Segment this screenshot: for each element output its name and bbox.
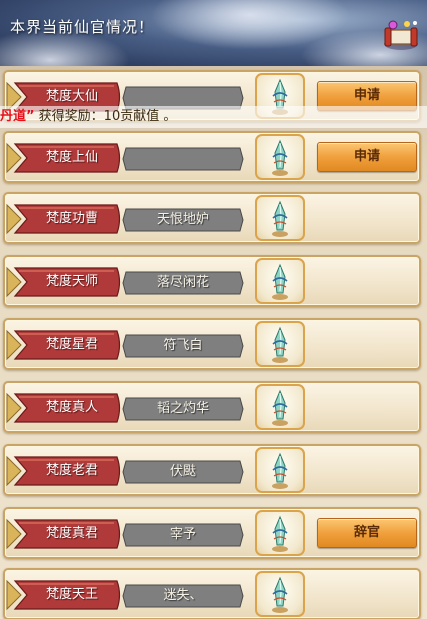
crystal-jade-icon [272,576,288,613]
rank-row: 梵度星君 符飞白 [3,318,421,370]
rank-title: 梵度老君 [45,463,98,478]
crystal-jade-icon [272,452,288,489]
rank-banner: 梵度星君 [5,329,123,361]
reward-item-slot[interactable] [255,571,305,617]
holder-name-slot: 天恨地妒 [122,208,244,232]
holder-name-slot: 落尽闲花 [122,271,244,295]
rank-row: 梵度上仙 申请 [3,131,421,183]
official-rank-list: 梵度大仙 申请 梵度上仙 申请 梵度功曹 天恨地妒 梵度天师 落尽闲花 梵度星君… [0,66,427,619]
rank-title: 梵度真人 [45,400,98,415]
rank-banner: 梵度老君 [5,455,123,487]
rank-title: 梵度星君 [45,337,98,352]
crystal-jade-icon [272,139,288,176]
holder-name: 天恨地妒 [156,212,209,227]
reward-item-slot[interactable] [255,384,305,430]
crystal-jade-icon [272,389,288,426]
holder-name: 符飞白 [163,338,203,353]
reward-item-slot[interactable] [255,510,305,556]
reward-item-slot[interactable] [255,447,305,493]
crystal-jade-icon [272,263,288,300]
crystal-jade-icon [272,326,288,363]
rank-title: 梵度真君 [45,526,98,541]
crystal-jade-icon [272,515,288,552]
holder-name: 韬之灼华 [156,401,209,416]
crystal-jade-icon [272,200,288,237]
holder-name-slot: 伏颫 [122,460,244,484]
reward-item-slot[interactable] [255,321,305,367]
rank-row: 梵度天王 迷失、 [3,568,421,619]
notice-text: 获得奖励：10贡献值 。 [34,109,177,124]
rank-row: 梵度真君 宰予 辞官 [3,507,421,559]
rank-title: 梵度天王 [45,587,98,602]
reward-notice: 丹道” 获得奖励：10贡献值 。 [0,106,427,128]
holder-name: 落尽闲花 [156,275,209,290]
rank-banner: 梵度天王 [5,579,123,611]
resign-button[interactable]: 辞官 [317,518,417,548]
holder-name: 宰予 [169,527,196,542]
rank-title: 梵度天师 [45,274,98,289]
reward-item-slot[interactable] [255,134,305,180]
holder-name [122,147,244,171]
apply-button[interactable]: 申请 [317,142,417,172]
holder-name: 迷失、 [163,588,203,603]
rank-title: 梵度上仙 [45,150,98,165]
holder-name-slot: 宰予 [122,523,244,547]
notice-highlight: 丹道” [0,109,35,124]
rank-row: 梵度真人 韬之灼华 [3,381,421,433]
rank-banner: 梵度功曹 [5,203,123,235]
holder-name-slot: 符飞白 [122,334,244,358]
holder-name: 伏颫 [169,464,196,479]
page-title: 本界当前仙官情况！ [10,18,155,36]
header-bar: 本界当前仙官情况！ [0,0,427,66]
rank-banner: 梵度上仙 [5,142,123,174]
holder-name-slot: 迷失、 [122,584,244,608]
rank-banner: 梵度天师 [5,266,123,298]
rank-banner: 梵度真君 [5,518,123,550]
rank-title: 梵度功曹 [45,211,98,226]
holder-name-slot: 韬之灼华 [122,397,244,421]
rank-row: 梵度功曹 天恨地妒 [3,192,421,244]
rank-row: 梵度老君 伏颫 [3,444,421,496]
scroll-icon[interactable] [381,18,421,52]
rank-banner: 梵度真人 [5,392,123,424]
rank-row: 梵度天师 落尽闲花 [3,255,421,307]
reward-item-slot[interactable] [255,195,305,241]
holder-name-slot [122,147,244,171]
reward-item-slot[interactable] [255,258,305,304]
